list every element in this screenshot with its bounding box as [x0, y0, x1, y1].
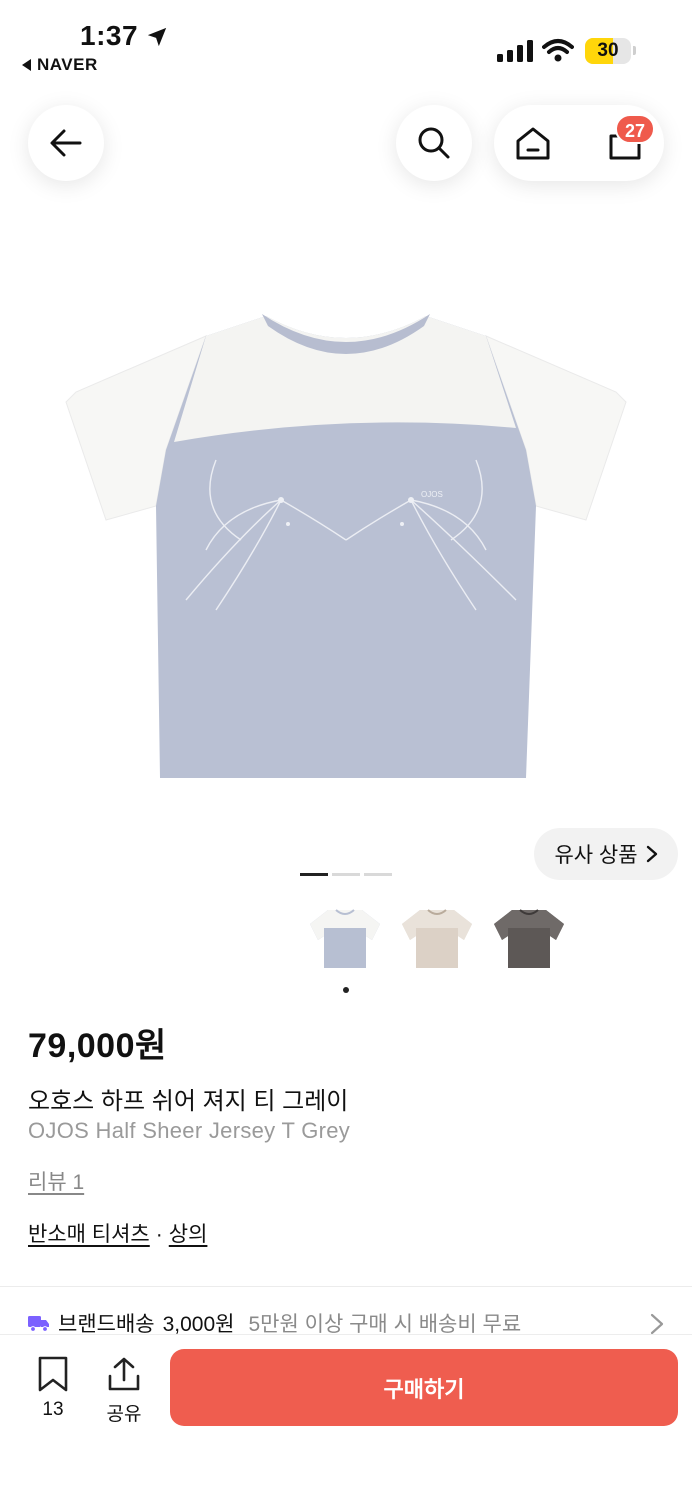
- color-options: [308, 906, 566, 972]
- color-option-beige[interactable]: [400, 906, 474, 972]
- battery-indicator: 30: [585, 38, 631, 64]
- category-link-tops[interactable]: 상의: [169, 1223, 208, 1246]
- category-separator: ·: [155, 1223, 163, 1246]
- color-option-grey[interactable]: [308, 906, 382, 972]
- selected-option-dot: [343, 987, 349, 993]
- print-logo: OJOS: [421, 490, 443, 499]
- back-triangle-icon: [22, 59, 31, 71]
- status-time: 1:37: [80, 20, 139, 51]
- review-link[interactable]: 리뷰 1: [28, 1166, 84, 1196]
- home-icon[interactable]: [514, 124, 552, 162]
- search-button[interactable]: [396, 105, 472, 181]
- buy-button[interactable]: 구매하기: [170, 1349, 678, 1426]
- battery-level: 30: [597, 40, 619, 61]
- wifi-icon: [542, 39, 574, 62]
- bookmark-count: 13: [42, 1399, 64, 1420]
- bookmark-button[interactable]: 13: [28, 1356, 78, 1426]
- buy-button-label: 구매하기: [383, 1376, 465, 1402]
- pager-dot[interactable]: [300, 873, 328, 876]
- chevron-right-icon: [646, 845, 657, 863]
- search-icon: [418, 127, 450, 159]
- pager-dot[interactable]: [332, 873, 360, 876]
- cellular-signal-icon: [497, 40, 533, 62]
- location-arrow-icon: [147, 27, 167, 47]
- share-label: 공유: [106, 1404, 142, 1425]
- sheer-yoke: [174, 316, 516, 442]
- arrow-left-icon: [50, 129, 82, 157]
- cart-count-badge: 27: [615, 114, 656, 144]
- back-to-app-link[interactable]: NAVER: [22, 55, 98, 75]
- product-name-korean: 오호스 하프 쉬어 져지 티 그레이: [28, 1088, 349, 1115]
- section-divider: [0, 1286, 692, 1287]
- delivery-truck-icon: [28, 1316, 49, 1332]
- similar-products-button[interactable]: 유사 상품: [534, 828, 678, 880]
- color-option-charcoal[interactable]: [492, 906, 566, 972]
- category-link-short-sleeve[interactable]: 반소매 티셔츠: [28, 1223, 150, 1246]
- product-image[interactable]: OJOS: [56, 300, 636, 790]
- image-pager: [300, 873, 392, 876]
- chevron-right-icon: [650, 1313, 664, 1335]
- battery-tip: [633, 46, 636, 55]
- back-button[interactable]: [28, 105, 104, 181]
- share-icon: [108, 1357, 140, 1391]
- bookmark-icon: [38, 1356, 68, 1392]
- share-button[interactable]: 공유: [98, 1356, 150, 1426]
- pager-dot[interactable]: [364, 873, 392, 876]
- similar-products-label: 유사 상품: [554, 844, 638, 867]
- back-app-label: NAVER: [37, 55, 98, 74]
- category-breadcrumb: 반소매 티셔츠 · 상의: [28, 1218, 207, 1248]
- product-price: 79,000원: [28, 1027, 167, 1065]
- product-name-english: OJOS Half Sheer Jersey T Grey: [28, 1118, 351, 1143]
